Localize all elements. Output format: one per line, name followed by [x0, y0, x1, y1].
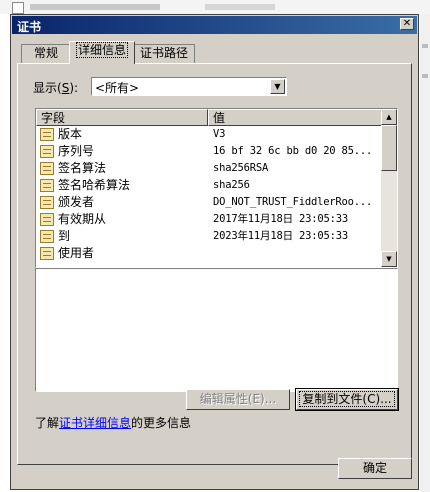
row-value: 16 bf 32 6c bb d0 20 85...	[213, 145, 373, 157]
row-field: 到	[58, 229, 71, 243]
copy-to-file-label: 复制到文件(C)...	[299, 391, 395, 407]
list-row-version[interactable]: 版本 V3	[36, 126, 383, 143]
dropdown-arrow-icon[interactable]: ▼	[270, 79, 285, 94]
show-dropdown-value: <所有>	[95, 81, 140, 95]
background-blurred-text	[30, 4, 160, 10]
background-window-strip	[0, 0, 430, 14]
column-header-value[interactable]: 值	[208, 109, 383, 126]
scroll-thumb[interactable]	[381, 125, 397, 171]
row-field: 使用者	[58, 246, 95, 260]
row-value: sha256	[213, 179, 250, 191]
scroll-down-icon[interactable]: ▼	[381, 251, 397, 267]
show-label: 显示(S):	[33, 79, 78, 96]
row-value: DO_NOT_TRUST_FiddlerRoo...	[213, 196, 373, 208]
learn-more-prefix: 了解	[35, 416, 60, 430]
show-dropdown[interactable]: <所有> ▼	[91, 77, 287, 96]
learn-more-suffix: 的更多信息	[131, 416, 192, 430]
list-row-valid-from[interactable]: 有效期从 2017年11月18日 23:05:33	[36, 211, 383, 228]
background-mark	[422, 44, 428, 48]
list-vertical-scrollbar[interactable]: ▲ ▼	[381, 109, 397, 267]
tab-certification-path-label: 证书路径	[139, 46, 188, 60]
list-row-subject[interactable]: 使用者	[36, 245, 383, 262]
row-field: 有效期从	[58, 212, 107, 226]
document-icon	[40, 145, 54, 158]
scroll-up-icon[interactable]: ▲	[381, 109, 397, 125]
row-value: 2017年11月18日 23:05:33	[213, 213, 348, 225]
edit-properties-button[interactable]: 编辑属性(E)...	[186, 389, 290, 410]
field-value-list[interactable]: 字段 值 版本 V3 序列号 16 bf 32 6c bb d0 20 85..…	[35, 108, 398, 268]
column-header-field[interactable]: 字段	[36, 109, 208, 126]
background-mark	[422, 74, 428, 78]
row-field: 签名算法	[58, 161, 107, 175]
ok-label: 确定	[362, 461, 387, 475]
tab-certification-path[interactable]: 证书路径	[133, 44, 195, 63]
document-icon	[40, 196, 54, 209]
document-icon	[40, 230, 54, 243]
copy-to-file-button[interactable]: 复制到文件(C)...	[295, 388, 399, 411]
value-detail-box[interactable]	[35, 268, 398, 392]
list-row-signature-algorithm[interactable]: 签名算法 sha256RSA	[36, 160, 383, 177]
row-value: sha256RSA	[213, 162, 269, 174]
document-icon	[40, 213, 54, 226]
row-field: 签名哈希算法	[58, 178, 131, 192]
row-value: 2023年11月18日 23:05:33	[213, 230, 348, 242]
list-rows: 版本 V3 序列号 16 bf 32 6c bb d0 20 85... 签名算…	[36, 126, 383, 262]
dialog-title: 证书	[17, 20, 42, 34]
background-blurred-text-2	[205, 4, 275, 10]
row-value: V3	[213, 128, 226, 140]
show-label-text: 显示	[33, 81, 58, 95]
ok-button[interactable]: 确定	[338, 458, 412, 479]
list-row-valid-to[interactable]: 到 2023年11月18日 23:05:33	[36, 228, 383, 245]
list-header: 字段 值	[36, 109, 383, 126]
list-row-issuer[interactable]: 颁发者 DO_NOT_TRUST_FiddlerRoo...	[36, 194, 383, 211]
close-icon: ✕	[402, 18, 412, 29]
background-checkbox	[12, 2, 24, 14]
background-window-edge	[420, 14, 430, 492]
tab-details-label: 详细信息	[75, 42, 129, 58]
certificate-dialog: 证书 ✕ 常规 详细信息 证书路径 显示(S): <所有> ▼ 字段 值 版本 …	[10, 14, 419, 490]
learn-more-text: 了解证书详细信息的更多信息	[35, 414, 191, 431]
document-icon	[40, 162, 54, 175]
row-field: 颁发者	[58, 195, 95, 209]
list-row-serial-number[interactable]: 序列号 16 bf 32 6c bb d0 20 85...	[36, 143, 383, 160]
tab-general-label: 常规	[33, 46, 58, 60]
tab-details[interactable]: 详细信息	[69, 41, 135, 64]
list-row-signature-hash-algorithm[interactable]: 签名哈希算法 sha256	[36, 177, 383, 194]
certificate-details-link[interactable]: 证书详细信息	[59, 416, 131, 430]
edit-properties-label: 编辑属性(E)...	[199, 392, 277, 406]
document-icon	[40, 247, 54, 260]
row-field: 版本	[58, 127, 83, 141]
row-field: 序列号	[58, 144, 95, 158]
show-accel-close: ):	[69, 81, 79, 95]
title-bar[interactable]: 证书 ✕	[12, 16, 417, 34]
tab-general[interactable]: 常规	[21, 44, 71, 63]
document-icon	[40, 128, 54, 141]
close-button[interactable]: ✕	[400, 18, 414, 30]
document-icon	[40, 179, 54, 192]
